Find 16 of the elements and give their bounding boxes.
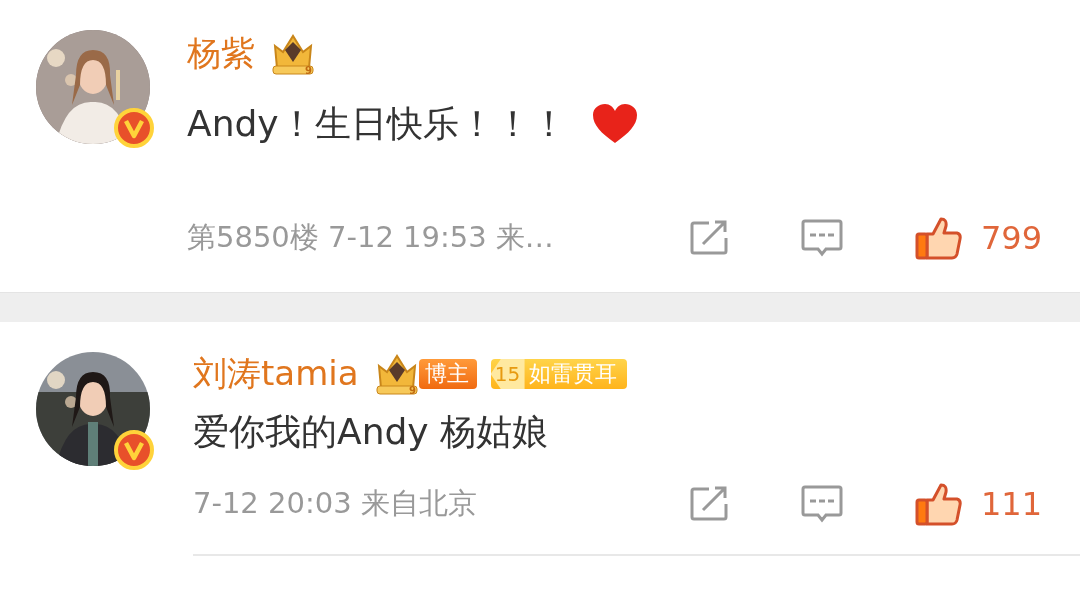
like-count: 111 xyxy=(980,485,1042,523)
share-icon[interactable] xyxy=(688,486,729,522)
share-icon[interactable] xyxy=(688,220,729,256)
comment-icon[interactable] xyxy=(800,219,843,257)
user-name[interactable]: 杨紫 xyxy=(187,31,255,77)
thumbs-up-icon[interactable] xyxy=(914,482,963,526)
user-name[interactable]: 刘涛tamia xyxy=(193,351,359,397)
comment-meta: 第5850楼 7-12 19:53 来… xyxy=(187,219,555,256)
role-badge: 博主 xyxy=(418,359,477,389)
comment-icon[interactable] xyxy=(800,485,843,523)
comment-text: 爱你我的Andy 杨姑娘 xyxy=(193,409,549,454)
thumbs-up-icon[interactable] xyxy=(914,216,963,260)
fan-badge: 15 如雷贯耳 xyxy=(490,359,627,389)
comment-text: Andy！生日快乐！！！ xyxy=(187,101,567,146)
like-count: 799 xyxy=(980,219,1042,257)
comment-meta: 7-12 20:03 来自北京 xyxy=(193,485,478,522)
